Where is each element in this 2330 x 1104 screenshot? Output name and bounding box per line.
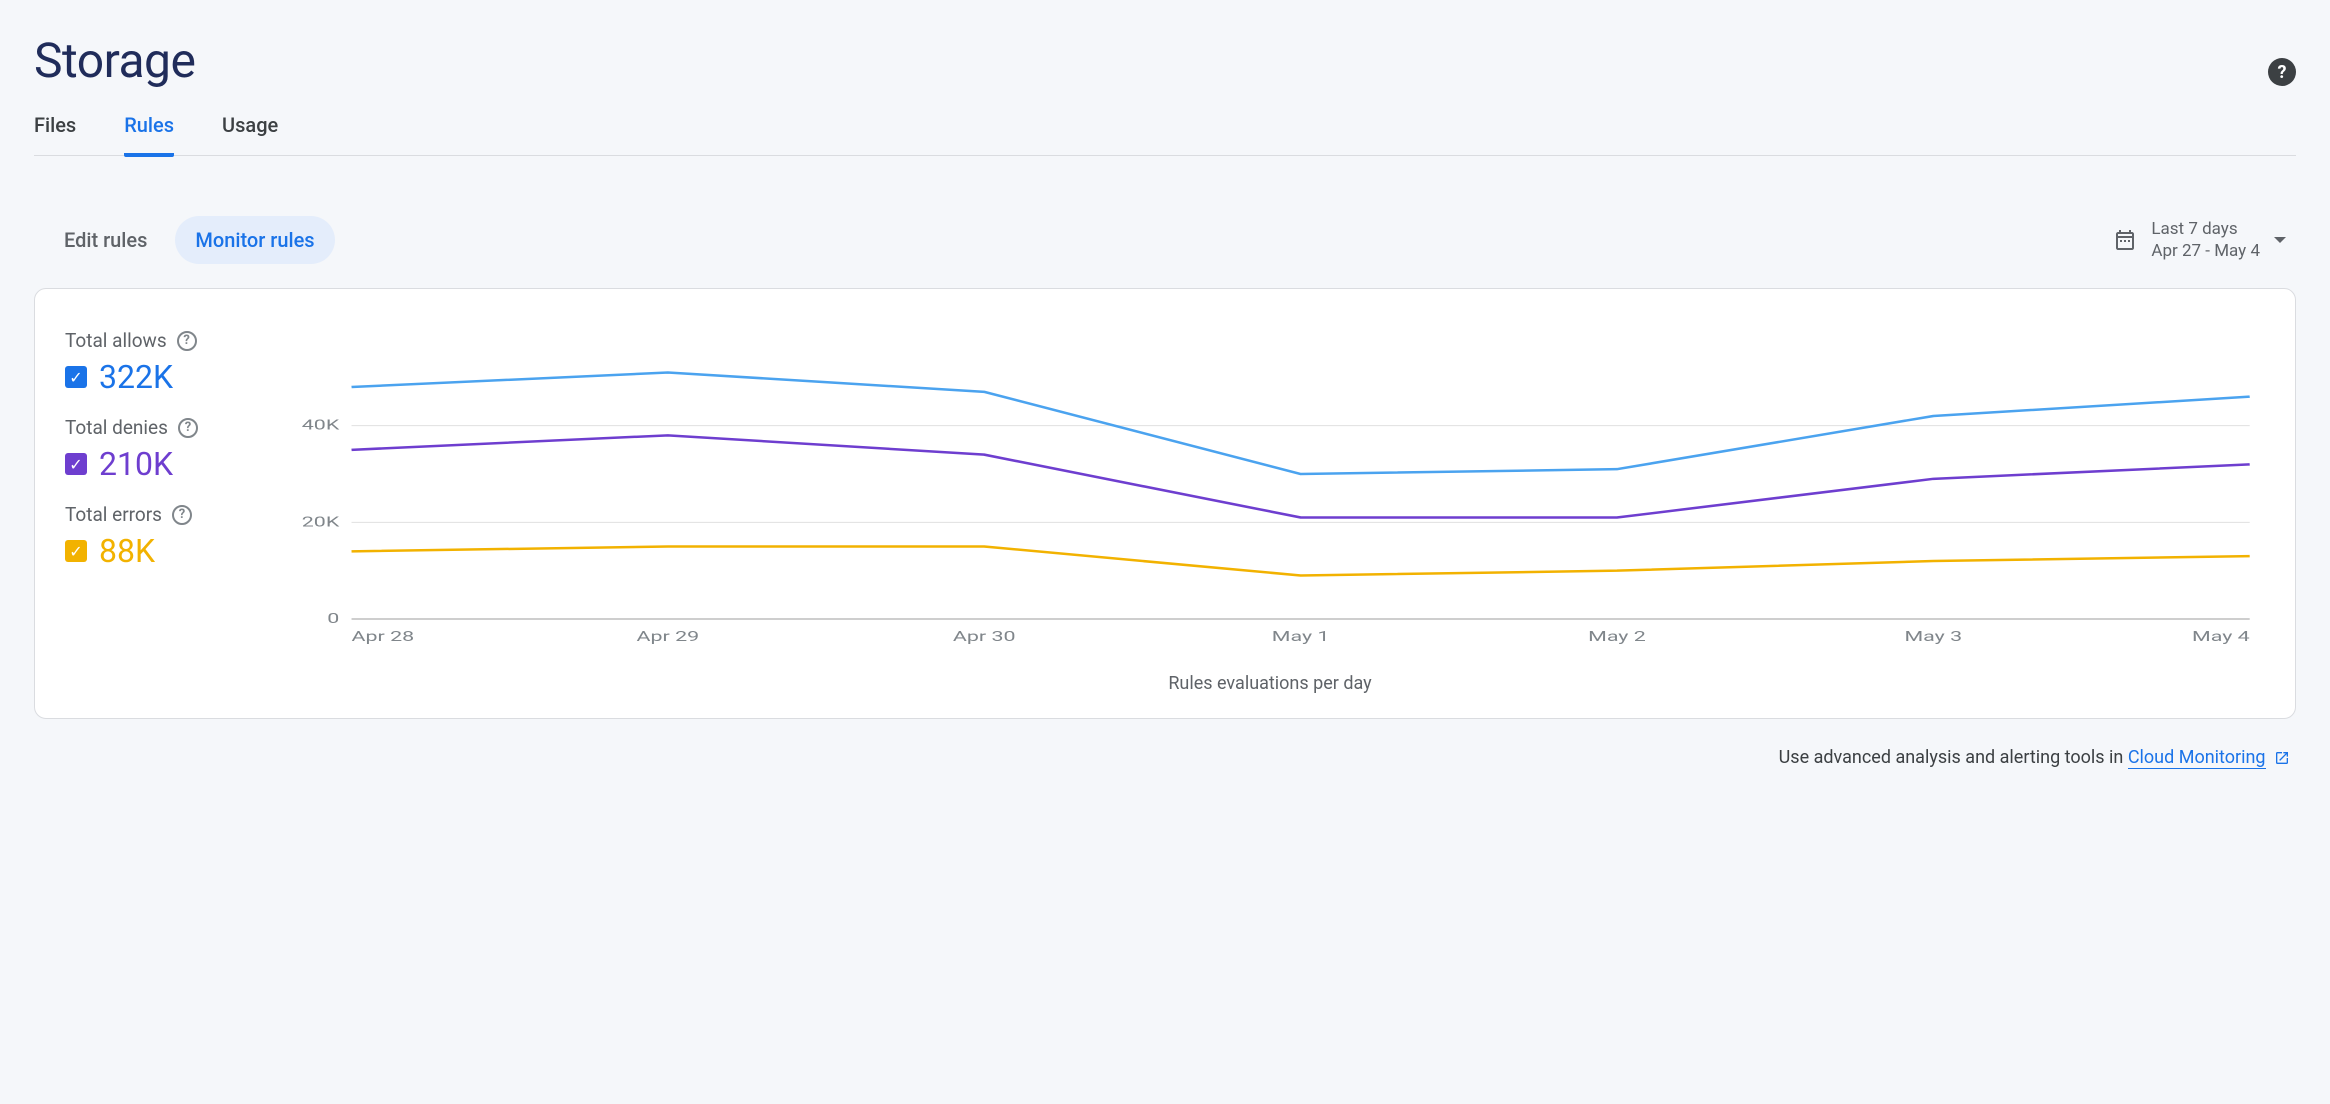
date-range-text: Last 7 days Apr 27 - May 4 — [2151, 218, 2260, 262]
legend-allows-label: Total allows — [65, 329, 167, 352]
date-range-value: Apr 27 - May 4 — [2151, 240, 2260, 262]
monitor-rules-card: Total allows ? ✓ 322K Total denies ? ✓ — [34, 288, 2296, 719]
svg-text:20K: 20K — [302, 514, 340, 530]
tab-usage[interactable]: Usage — [222, 105, 278, 157]
legend-allows-value: 322K — [99, 358, 173, 396]
svg-text:May 3: May 3 — [1904, 629, 1962, 645]
svg-text:Apr 30: Apr 30 — [953, 629, 1016, 645]
help-icon[interactable]: ? — [2268, 58, 2296, 86]
external-link-icon — [2274, 750, 2290, 766]
cloud-monitoring-link[interactable]: Cloud Monitoring — [2128, 747, 2266, 769]
subtab-monitor-rules[interactable]: Monitor rules — [175, 216, 334, 264]
legend-errors-toggle[interactable]: ✓ — [65, 540, 87, 562]
rules-chart: 0 20K 40K Apr 28 Apr 29 Apr 30 May 1 May 2 May 3… — [275, 319, 2265, 659]
date-range-label: Last 7 days — [2151, 218, 2260, 240]
legend-allows-toggle[interactable]: ✓ — [65, 366, 87, 388]
legend-item-errors: Total errors ? ✓ 88K — [65, 503, 255, 570]
tab-rules[interactable]: Rules — [124, 105, 174, 157]
legend-denies-toggle[interactable]: ✓ — [65, 453, 87, 475]
svg-text:May 1: May 1 — [1272, 629, 1330, 645]
chart-legend: Total allows ? ✓ 322K Total denies ? ✓ — [65, 319, 255, 694]
legend-errors-label: Total errors — [65, 503, 162, 526]
legend-item-denies: Total denies ? ✓ 210K — [65, 416, 255, 483]
help-allows-icon[interactable]: ? — [177, 331, 197, 351]
subtab-edit-rules[interactable]: Edit rules — [44, 216, 167, 264]
legend-errors-value: 88K — [99, 532, 155, 570]
svg-text:40K: 40K — [302, 417, 340, 433]
footer-note: Use advanced analysis and alerting tools… — [34, 747, 2296, 768]
help-errors-icon[interactable]: ? — [172, 505, 192, 525]
footer-prefix: Use advanced analysis and alerting tools… — [1779, 747, 2128, 768]
svg-text:Apr 28: Apr 28 — [352, 629, 415, 645]
help-denies-icon[interactable]: ? — [178, 418, 198, 438]
chevron-down-icon — [2274, 237, 2286, 243]
svg-text:May 2: May 2 — [1588, 629, 1646, 645]
sub-tab-bar: Edit rules Monitor rules — [44, 216, 335, 264]
page-title: Storage — [34, 32, 195, 89]
legend-denies-value: 210K — [99, 445, 173, 483]
svg-text:0: 0 — [327, 611, 339, 627]
date-range-picker[interactable]: Last 7 days Apr 27 - May 4 — [2113, 218, 2286, 262]
tab-files[interactable]: Files — [34, 105, 76, 157]
main-tab-bar: Files Rules Usage — [34, 105, 2296, 156]
chart-caption: Rules evaluations per day — [275, 673, 2265, 694]
svg-text:Apr 29: Apr 29 — [637, 629, 700, 645]
svg-text:May 4: May 4 — [2192, 629, 2250, 645]
calendar-icon — [2113, 228, 2137, 252]
legend-item-allows: Total allows ? ✓ 322K — [65, 329, 255, 396]
legend-denies-label: Total denies — [65, 416, 168, 439]
